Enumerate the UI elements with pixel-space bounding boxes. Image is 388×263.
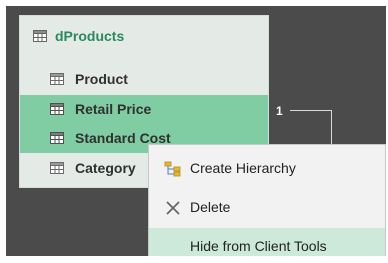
field-retail-price[interactable]: Retail Price: [20, 95, 268, 124]
menu-item-label: Delete: [190, 199, 231, 215]
table-icon: [33, 30, 47, 42]
menu-item-create-hierarchy[interactable]: Create Hierarchy: [149, 150, 385, 187]
menu-item-hide-from-client-tools[interactable]: Hide from Client Tools: [149, 228, 385, 256]
table-title: dProducts: [55, 28, 125, 44]
menu-item-label: Create Hierarchy: [190, 160, 296, 176]
table-header[interactable]: dProducts: [20, 16, 268, 56]
column-icon: [50, 132, 64, 144]
menu-item-label: Hide from Client Tools: [190, 238, 327, 254]
column-icon: [50, 162, 64, 174]
field-product[interactable]: Product: [20, 65, 268, 94]
field-label: Retail Price: [75, 101, 152, 117]
field-label: Category: [75, 160, 136, 176]
column-icon: [50, 103, 64, 115]
relationship-line[interactable]: [290, 110, 332, 144]
menu-item-delete[interactable]: Delete: [149, 189, 385, 226]
context-menu: Create Hierarchy Delete Hide from Client…: [148, 144, 386, 256]
delete-icon: [166, 201, 180, 215]
field-label: Product: [75, 71, 128, 87]
column-icon: [50, 73, 64, 85]
hierarchy-icon: [164, 161, 181, 177]
relationship-cardinality: 1: [276, 104, 283, 118]
diagram-canvas: dProducts Product Retail Price Standard …: [6, 6, 386, 256]
